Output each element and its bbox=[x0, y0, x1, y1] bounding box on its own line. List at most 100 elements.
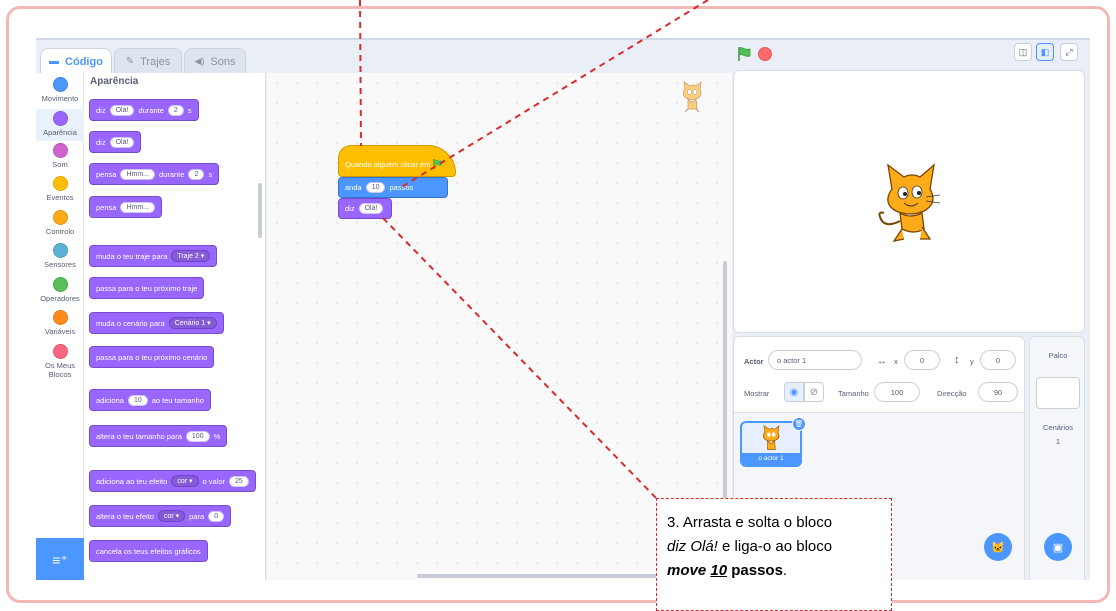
stage-thumbnail[interactable] bbox=[1036, 377, 1080, 409]
block-switch-costume[interactable]: muda o teu traje para Traje 2 ▾ bbox=[89, 245, 218, 267]
block-input[interactable]: 25 bbox=[229, 475, 249, 487]
add-extension-button[interactable]: ≡⁺ bbox=[36, 538, 84, 580]
stage-panel-title: Palco bbox=[1048, 351, 1068, 360]
block-text: s bbox=[187, 105, 192, 115]
sensing-dot-icon bbox=[52, 243, 68, 258]
fullscreen-button[interactable]: ⤢ bbox=[1060, 43, 1078, 61]
block-input[interactable]: 2 bbox=[167, 104, 184, 116]
block-input[interactable]: 2 bbox=[188, 168, 205, 180]
block-text: s bbox=[208, 169, 213, 179]
category-events[interactable]: Eventos bbox=[36, 176, 84, 202]
block-switch-backdrop[interactable]: muda o cenário para Cenário 1 ▾ bbox=[89, 312, 224, 334]
green-flag-icon[interactable] bbox=[736, 46, 752, 62]
code-icon: ▬ bbox=[49, 56, 60, 67]
block-input[interactable]: 10 bbox=[365, 182, 386, 193]
motion-move-steps-block[interactable]: anda 10 passos bbox=[338, 177, 448, 198]
block-say-for-secs[interactable]: diz Olá! durante 2 s bbox=[89, 99, 199, 121]
sprite-thumbnail[interactable]: o actor 1 🗑 bbox=[740, 417, 806, 467]
size-input[interactable]: 100 bbox=[874, 382, 920, 402]
block-text: adiciona ao teu efeito bbox=[96, 476, 168, 486]
backdrop-dropdown[interactable]: Cenário 1 ▾ bbox=[168, 317, 217, 329]
category-operators[interactable]: Operadores bbox=[36, 277, 84, 303]
tab-costumes-label: Trajes bbox=[140, 55, 171, 68]
category-control[interactable]: Controlo bbox=[36, 210, 84, 236]
small-stage-button[interactable]: ◫ bbox=[1014, 43, 1032, 61]
show-sprite-button[interactable]: ◉ bbox=[784, 382, 804, 402]
block-text: diz bbox=[96, 137, 106, 147]
looks-say-block[interactable]: diz Olá! bbox=[338, 198, 392, 219]
block-input[interactable]: 100 bbox=[185, 430, 210, 442]
block-change-effect[interactable]: adiciona ao teu efeito cor ▾ o valor 25 bbox=[89, 470, 256, 492]
x-input[interactable]: 0 bbox=[904, 350, 940, 370]
block-think[interactable]: pensa Hmm... bbox=[89, 196, 162, 218]
category-label: Variáveis bbox=[44, 327, 76, 336]
block-input[interactable]: Olá! bbox=[358, 203, 384, 214]
block-change-size[interactable]: adiciona 10 ao teu tamanho bbox=[89, 389, 211, 411]
block-set-effect[interactable]: altera o teu efeito cor ▾ para 0 bbox=[89, 505, 232, 527]
block-input[interactable]: 10 bbox=[127, 394, 148, 406]
effect-dropdown[interactable]: cor ▾ bbox=[171, 475, 199, 487]
costume-dropdown[interactable]: Traje 2 ▾ bbox=[171, 250, 211, 262]
tab-sounds[interactable]: ◀) Sons bbox=[184, 48, 246, 74]
extension-icon: ≡⁺ bbox=[52, 551, 68, 568]
effect-dropdown[interactable]: cor ▾ bbox=[157, 510, 186, 522]
block-input[interactable]: Hmm... bbox=[120, 168, 155, 180]
sprite-name-value: o actor 1 bbox=[777, 355, 807, 365]
category-label: Som bbox=[52, 160, 68, 169]
block-text: anda bbox=[345, 183, 362, 192]
callout-period: . bbox=[782, 562, 788, 579]
callout-text: 3. Arrasta e solta o bloco bbox=[667, 514, 833, 531]
cat-add-icon: 🐱 bbox=[991, 541, 1005, 554]
block-set-size[interactable]: altera o teu tamanho para 100 % bbox=[89, 425, 228, 447]
block-next-costume[interactable]: passa para o teu próximo traje bbox=[89, 277, 205, 299]
x-arrows-icon: ↔ bbox=[877, 356, 887, 367]
sprite-thumbnail-name: o actor 1 bbox=[742, 453, 800, 465]
y-input[interactable]: 0 bbox=[980, 350, 1016, 370]
block-text: altera o teu tamanho para bbox=[96, 431, 182, 441]
category-label: Os Meus Blocos bbox=[44, 361, 75, 379]
block-input[interactable]: Olá! bbox=[109, 136, 135, 148]
stop-button[interactable] bbox=[758, 47, 772, 61]
category-variables[interactable]: Variáveis bbox=[36, 310, 84, 336]
sprite-name-input[interactable]: o actor 1 bbox=[768, 350, 862, 370]
stage[interactable] bbox=[733, 70, 1085, 333]
category-label: Eventos bbox=[46, 193, 74, 202]
block-text: para bbox=[189, 511, 205, 521]
cat-sprite[interactable] bbox=[874, 159, 944, 244]
category-sound[interactable]: Som bbox=[36, 143, 84, 169]
block-input[interactable]: 0 bbox=[208, 510, 225, 522]
callout-line-1: 3. Arrasta e solta o bloco bbox=[667, 511, 881, 535]
small-stage-icon: ◫ bbox=[1018, 46, 1028, 57]
tab-costumes[interactable]: ✎ Trajes bbox=[114, 48, 182, 74]
y-label: y bbox=[970, 357, 974, 366]
category-motion[interactable]: Movimento bbox=[36, 77, 84, 103]
block-palette: Aparência diz Olá! durante 2 s diz Olá! … bbox=[84, 73, 266, 580]
block-input[interactable]: Olá! bbox=[109, 104, 135, 116]
normal-stage-button[interactable]: ◧ bbox=[1036, 43, 1054, 61]
block-text: adiciona bbox=[96, 395, 124, 405]
delete-sprite-button[interactable]: 🗑 bbox=[792, 417, 806, 431]
block-think-for-secs[interactable]: pensa Hmm... durante 2 s bbox=[89, 163, 220, 185]
callout-line-3: move 10 passos. bbox=[667, 559, 881, 583]
category-my-blocks[interactable]: Os Meus Blocos bbox=[36, 344, 84, 379]
show-label: Mostrar bbox=[744, 389, 770, 398]
direction-input[interactable]: 90 bbox=[978, 382, 1018, 402]
choose-backdrop-button[interactable]: ▣ bbox=[1044, 533, 1072, 561]
script-horizontal-scrollbar[interactable] bbox=[417, 574, 667, 578]
palette-scrollbar[interactable] bbox=[258, 183, 262, 238]
stage-target-pane[interactable]: Palco Cenários 1 ▣ bbox=[1029, 336, 1085, 580]
block-text: altera o teu efeito bbox=[96, 511, 154, 521]
cat-thumb-icon bbox=[762, 425, 780, 450]
category-sensing[interactable]: Sensores bbox=[36, 243, 84, 269]
block-say[interactable]: diz Olá! bbox=[89, 131, 142, 153]
tab-code[interactable]: ▬ Código bbox=[40, 48, 112, 74]
choose-sprite-button[interactable]: 🐱 bbox=[984, 533, 1012, 561]
block-clear-effects[interactable]: cancela os teus efeitos gráficos bbox=[89, 540, 208, 562]
block-text: diz bbox=[345, 204, 355, 213]
category-looks[interactable]: Aparência bbox=[36, 109, 84, 141]
block-input[interactable]: Hmm... bbox=[120, 201, 155, 213]
eye-icon: ◉ bbox=[789, 386, 799, 398]
hide-sprite-button[interactable]: ⊘ bbox=[804, 382, 824, 402]
block-next-backdrop[interactable]: passa para o teu próximo cenário bbox=[89, 346, 215, 368]
event-when-flag-clicked-block[interactable]: Quando alguém clicar em bbox=[338, 145, 456, 177]
